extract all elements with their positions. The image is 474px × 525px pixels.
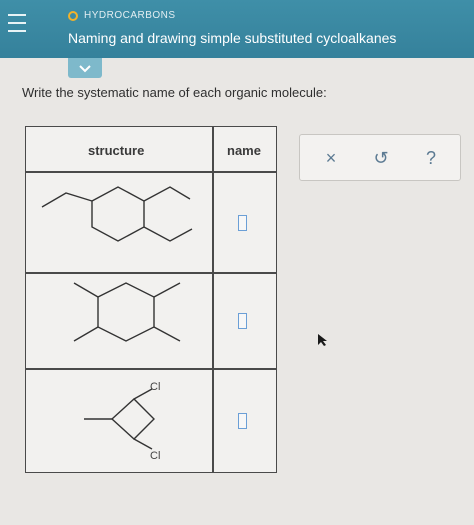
mouse-cursor-icon	[318, 334, 327, 346]
undo-icon: ↺	[373, 147, 389, 168]
collapse-header-button[interactable]	[68, 58, 102, 78]
name-answer-input[interactable]	[238, 413, 247, 429]
close-icon: ×	[325, 147, 337, 168]
molecule-table: structure name Cl Cl	[25, 126, 277, 473]
app-header: HYDROCARBONS Naming and drawing simple s…	[0, 0, 474, 58]
structure-molecule-2	[73, 282, 181, 342]
table-divider	[26, 272, 276, 274]
name-column-header: name	[227, 143, 261, 158]
chlorine-label: Cl	[150, 450, 160, 462]
structure-molecule-3: Cl Cl	[84, 381, 160, 462]
page-title: Naming and drawing simple substituted cy…	[68, 30, 397, 46]
help-button[interactable]: ?	[420, 147, 442, 169]
table-divider	[26, 171, 276, 173]
chlorine-label: Cl	[150, 381, 160, 393]
table-divider	[26, 368, 276, 370]
table-divider	[212, 127, 214, 472]
name-answer-input[interactable]	[238, 215, 247, 231]
menu-icon[interactable]	[8, 12, 28, 34]
question-instruction: Write the systematic name of each organi…	[22, 85, 327, 100]
answer-toolbar: × ↺ ?	[299, 134, 461, 181]
structure-column-header: structure	[88, 143, 145, 158]
chevron-down-icon	[79, 64, 91, 72]
structure-molecule-1	[41, 186, 193, 242]
name-answer-input[interactable]	[238, 313, 247, 329]
clear-button[interactable]: ×	[320, 147, 342, 169]
topic-text: HYDROCARBONS	[84, 10, 176, 21]
topic-label: HYDROCARBONS	[68, 10, 176, 21]
progress-dot-icon	[68, 10, 78, 21]
undo-button[interactable]: ↺	[370, 147, 392, 169]
help-icon: ?	[425, 147, 436, 168]
